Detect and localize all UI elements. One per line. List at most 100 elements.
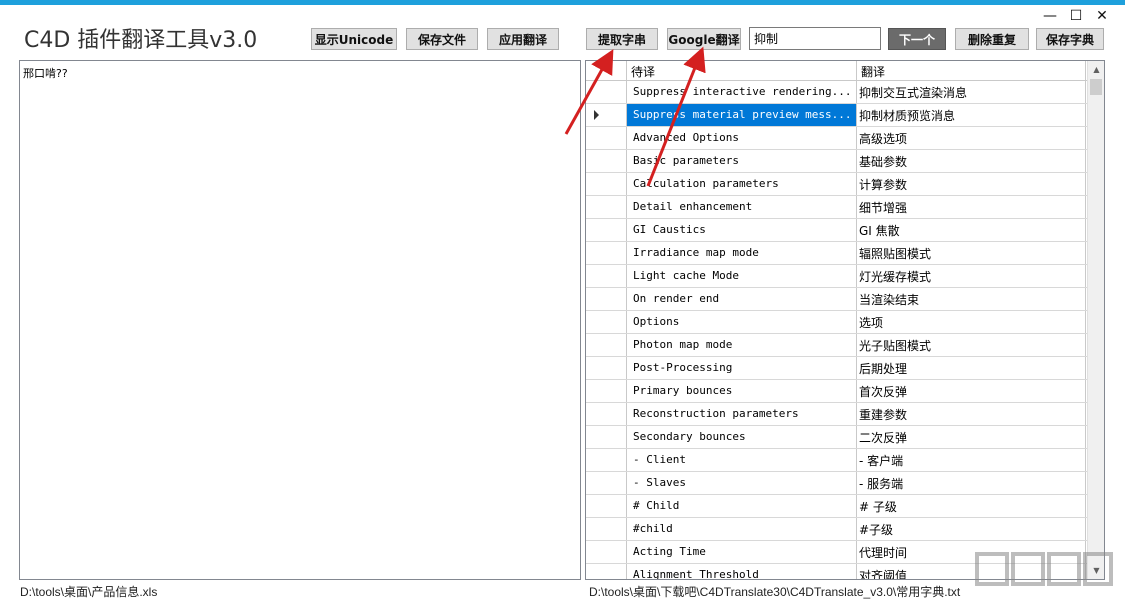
row-header[interactable] — [586, 357, 627, 379]
row-header[interactable] — [586, 311, 627, 333]
google-translate-button[interactable]: Google翻译 — [667, 28, 741, 50]
table-row[interactable]: - Client - 客户端 — [586, 449, 1104, 472]
vertical-scrollbar[interactable]: ▲ ▼ — [1087, 61, 1104, 579]
translation-cell[interactable]: 灯光缓存模式 — [857, 265, 1086, 287]
table-row[interactable]: Photon map mode 光子贴图模式 — [586, 334, 1104, 357]
search-input[interactable] — [749, 27, 881, 50]
translation-cell[interactable]: 当渲染结束 — [857, 288, 1086, 310]
source-cell[interactable]: Primary bounces — [627, 380, 857, 402]
table-row[interactable]: Options 选项 — [586, 311, 1104, 334]
row-header[interactable] — [586, 242, 627, 264]
table-row[interactable]: Advanced Options 高级选项 — [586, 127, 1104, 150]
translation-cell[interactable]: 细节增强 — [857, 196, 1086, 218]
row-header[interactable] — [586, 104, 627, 126]
source-cell[interactable]: Secondary bounces — [627, 426, 857, 448]
table-row[interactable]: Detail enhancement 细节增强 — [586, 196, 1104, 219]
row-header[interactable] — [586, 495, 627, 517]
table-row[interactable]: Primary bounces 首次反弹 — [586, 380, 1104, 403]
source-cell[interactable]: Suppress material preview mess... — [627, 104, 857, 126]
source-cell[interactable]: Basic parameters — [627, 150, 857, 172]
translation-cell[interactable]: 二次反弹 — [857, 426, 1086, 448]
row-header[interactable] — [586, 403, 627, 425]
source-cell[interactable]: Photon map mode — [627, 334, 857, 356]
source-cell[interactable]: Light cache Mode — [627, 265, 857, 287]
row-header[interactable] — [586, 81, 627, 103]
show-unicode-button[interactable]: 显示Unicode — [311, 28, 397, 50]
source-cell[interactable]: - Client — [627, 449, 857, 471]
save-file-button[interactable]: 保存文件 — [406, 28, 478, 50]
row-header[interactable] — [586, 196, 627, 218]
translation-cell[interactable]: # 子级 — [857, 495, 1086, 517]
translation-cell[interactable]: 抑制交互式渲染消息 — [857, 81, 1086, 103]
translation-grid[interactable]: 待译 翻译 Suppress interactive rendering... 抑… — [585, 60, 1105, 580]
scroll-thumb[interactable] — [1090, 79, 1102, 95]
row-header[interactable] — [586, 564, 627, 579]
translation-cell[interactable]: 光子贴图模式 — [857, 334, 1086, 356]
next-button[interactable]: 下一个 — [888, 28, 946, 50]
translation-cell[interactable]: 计算参数 — [857, 173, 1086, 195]
save-dictionary-button[interactable]: 保存字典 — [1036, 28, 1104, 50]
translation-cell[interactable]: GI 焦散 — [857, 219, 1086, 241]
table-row[interactable]: Light cache Mode 灯光缓存模式 — [586, 265, 1104, 288]
source-cell[interactable]: GI Caustics — [627, 219, 857, 241]
table-row[interactable]: Suppress material preview mess... 抑制材质预览消… — [586, 104, 1104, 127]
table-row[interactable]: Irradiance map mode 辐照贴图模式 — [586, 242, 1104, 265]
remove-duplicates-button[interactable]: 删除重复 — [955, 28, 1029, 50]
scroll-up-icon[interactable]: ▲ — [1088, 61, 1104, 78]
translation-cell[interactable]: - 服务端 — [857, 472, 1086, 494]
source-cell[interactable]: Reconstruction parameters — [627, 403, 857, 425]
table-row[interactable]: Basic parameters 基础参数 — [586, 150, 1104, 173]
translation-cell[interactable]: 重建参数 — [857, 403, 1086, 425]
source-cell[interactable]: Alignment Threshold — [627, 564, 857, 579]
row-header[interactable] — [586, 449, 627, 471]
close-button[interactable]: ✕ — [1089, 6, 1115, 26]
minimize-button[interactable]: — — [1037, 6, 1063, 26]
translation-cell[interactable]: 辐照贴图模式 — [857, 242, 1086, 264]
table-row[interactable]: Calculation parameters 计算参数 — [586, 173, 1104, 196]
table-row[interactable]: Suppress interactive rendering... 抑制交互式渲染… — [586, 81, 1104, 104]
row-header[interactable] — [586, 265, 627, 287]
row-header[interactable] — [586, 150, 627, 172]
source-cell[interactable]: #child — [627, 518, 857, 540]
row-header[interactable] — [586, 334, 627, 356]
translation-cell[interactable]: 抑制材质预览消息 — [857, 104, 1086, 126]
row-header[interactable] — [586, 173, 627, 195]
source-text-area[interactable]: 邢口啃?? — [19, 60, 581, 580]
translation-cell[interactable]: 高级选项 — [857, 127, 1086, 149]
table-row[interactable]: On render end 当渲染结束 — [586, 288, 1104, 311]
row-header[interactable] — [586, 127, 627, 149]
translation-cell[interactable]: 选项 — [857, 311, 1086, 333]
source-cell[interactable]: # Child — [627, 495, 857, 517]
maximize-button[interactable]: ☐ — [1063, 6, 1089, 26]
source-cell[interactable]: Post-Processing — [627, 357, 857, 379]
row-header[interactable] — [586, 541, 627, 563]
row-header[interactable] — [586, 380, 627, 402]
translation-cell[interactable]: #子级 — [857, 518, 1086, 540]
row-header[interactable] — [586, 288, 627, 310]
table-row[interactable]: GI Caustics GI 焦散 — [586, 219, 1104, 242]
row-header[interactable] — [586, 426, 627, 448]
table-row[interactable]: Reconstruction parameters 重建参数 — [586, 403, 1104, 426]
source-cell[interactable]: Detail enhancement — [627, 196, 857, 218]
source-cell[interactable]: Calculation parameters — [627, 173, 857, 195]
row-header[interactable] — [586, 518, 627, 540]
column-header-translation[interactable]: 翻译 — [857, 61, 1086, 80]
translation-cell[interactable]: - 客户端 — [857, 449, 1086, 471]
source-cell[interactable]: - Slaves — [627, 472, 857, 494]
source-cell[interactable]: Suppress interactive rendering... — [627, 81, 857, 103]
translation-cell[interactable]: 后期处理 — [857, 357, 1086, 379]
source-cell[interactable]: Options — [627, 311, 857, 333]
extract-strings-button[interactable]: 提取字串 — [586, 28, 658, 50]
source-cell[interactable]: Advanced Options — [627, 127, 857, 149]
translation-cell[interactable]: 首次反弹 — [857, 380, 1086, 402]
table-row[interactable]: Post-Processing 后期处理 — [586, 357, 1104, 380]
table-row[interactable]: - Slaves - 服务端 — [586, 472, 1104, 495]
table-row[interactable]: #child #子级 — [586, 518, 1104, 541]
row-header[interactable] — [586, 472, 627, 494]
row-header[interactable] — [586, 219, 627, 241]
translation-cell[interactable]: 基础参数 — [857, 150, 1086, 172]
source-cell[interactable]: On render end — [627, 288, 857, 310]
column-header-source[interactable]: 待译 — [627, 61, 857, 80]
source-cell[interactable]: Irradiance map mode — [627, 242, 857, 264]
table-row[interactable]: # Child # 子级 — [586, 495, 1104, 518]
